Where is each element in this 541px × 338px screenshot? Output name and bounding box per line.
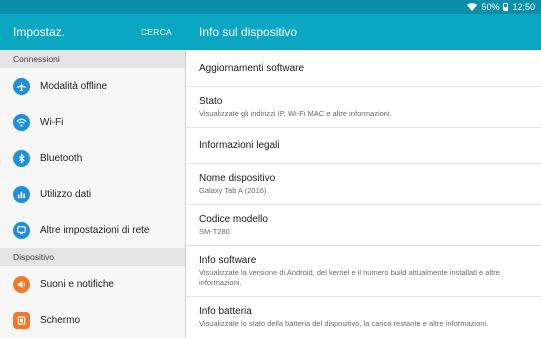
battery-percent: 50% bbox=[481, 2, 500, 12]
row-battery-info[interactable]: Info batteria Visualizzate lo stato dell… bbox=[186, 297, 541, 338]
sidebar-item-label: Modalità offline bbox=[40, 80, 108, 92]
wifi-icon bbox=[13, 113, 30, 131]
sidebar-item-sounds[interactable]: Suoni e notifiche bbox=[0, 266, 185, 302]
row-title: Info batteria bbox=[199, 306, 252, 317]
device-info-panel: Aggiornamenti software Stato Visualizzat… bbox=[186, 50, 541, 338]
sidebar-item-label: Bluetooth bbox=[40, 152, 83, 164]
settings-sidebar: Connessioni Modalità offline Wi-Fi Bluet… bbox=[0, 50, 185, 338]
row-subtitle: SM-T280 bbox=[199, 227, 230, 236]
sidebar-item-bluetooth[interactable]: Bluetooth bbox=[0, 140, 185, 176]
search-button[interactable]: CERCA bbox=[141, 27, 172, 37]
sidebar-item-label: Wi-Fi bbox=[40, 116, 64, 128]
sidebar-item-label: Suoni e notifiche bbox=[40, 278, 114, 290]
settings-header: Impostaz. CERCA bbox=[0, 14, 185, 50]
row-legal-info[interactable]: Informazioni legali bbox=[186, 128, 541, 164]
status-bar: 50% 12:50 bbox=[0, 0, 541, 14]
row-title: Informazioni legali bbox=[199, 140, 280, 151]
data-usage-icon bbox=[13, 185, 30, 203]
sidebar-item-label: Schermo bbox=[40, 314, 81, 326]
section-header-connections: Connessioni bbox=[0, 50, 185, 68]
airplane-icon bbox=[13, 77, 30, 95]
display-icon bbox=[13, 311, 30, 329]
row-device-name[interactable]: Nome dispositivo Galaxy Tab A (2016) bbox=[186, 164, 541, 205]
sidebar-item-label: Utilizzo dati bbox=[40, 188, 92, 200]
row-subtitle: Galaxy Tab A (2016) bbox=[199, 186, 267, 195]
row-title: Codice modello bbox=[199, 214, 268, 225]
row-subtitle: Visualizzate lo stato della batteria del… bbox=[199, 319, 489, 328]
settings-title: Impostaz. bbox=[13, 25, 66, 39]
sidebar-item-data-usage[interactable]: Utilizzo dati bbox=[0, 176, 185, 212]
row-software-info[interactable]: Info software Visualizzate la versione d… bbox=[186, 246, 541, 297]
row-title: Info software bbox=[199, 255, 257, 266]
row-subtitle: Visualizzate la versione di Android, del… bbox=[199, 268, 500, 287]
bluetooth-icon bbox=[13, 149, 30, 167]
sidebar-item-wifi[interactable]: Wi-Fi bbox=[0, 104, 185, 140]
page-title: Info sul dispositivo bbox=[199, 25, 298, 39]
sidebar-item-display[interactable]: Schermo bbox=[0, 302, 185, 338]
clock: 12:50 bbox=[512, 2, 535, 12]
sidebar-item-label: Altre impostazioni di rete bbox=[40, 224, 150, 236]
row-title: Stato bbox=[199, 96, 223, 107]
detail-header: Info sul dispositivo bbox=[185, 14, 541, 50]
network-icon bbox=[13, 221, 30, 239]
battery-icon bbox=[503, 3, 509, 11]
row-status[interactable]: Stato Visualizzate gli indirizzi IP, Wi-… bbox=[186, 87, 541, 128]
section-header-device: Dispositivo bbox=[0, 248, 185, 266]
wifi-signal-icon bbox=[467, 3, 478, 11]
row-title: Nome dispositivo bbox=[199, 173, 276, 184]
sidebar-item-more-networks[interactable]: Altre impostazioni di rete bbox=[0, 212, 185, 248]
row-subtitle: Visualizzate gli indirizzi IP, Wi-Fi MAC… bbox=[199, 109, 392, 118]
sidebar-item-offline-mode[interactable]: Modalità offline bbox=[0, 68, 185, 104]
sound-icon bbox=[13, 275, 30, 293]
row-title: Aggiornamenti software bbox=[199, 62, 305, 74]
row-model-number[interactable]: Codice modello SM-T280 bbox=[186, 205, 541, 246]
row-software-update[interactable]: Aggiornamenti software bbox=[186, 50, 541, 87]
